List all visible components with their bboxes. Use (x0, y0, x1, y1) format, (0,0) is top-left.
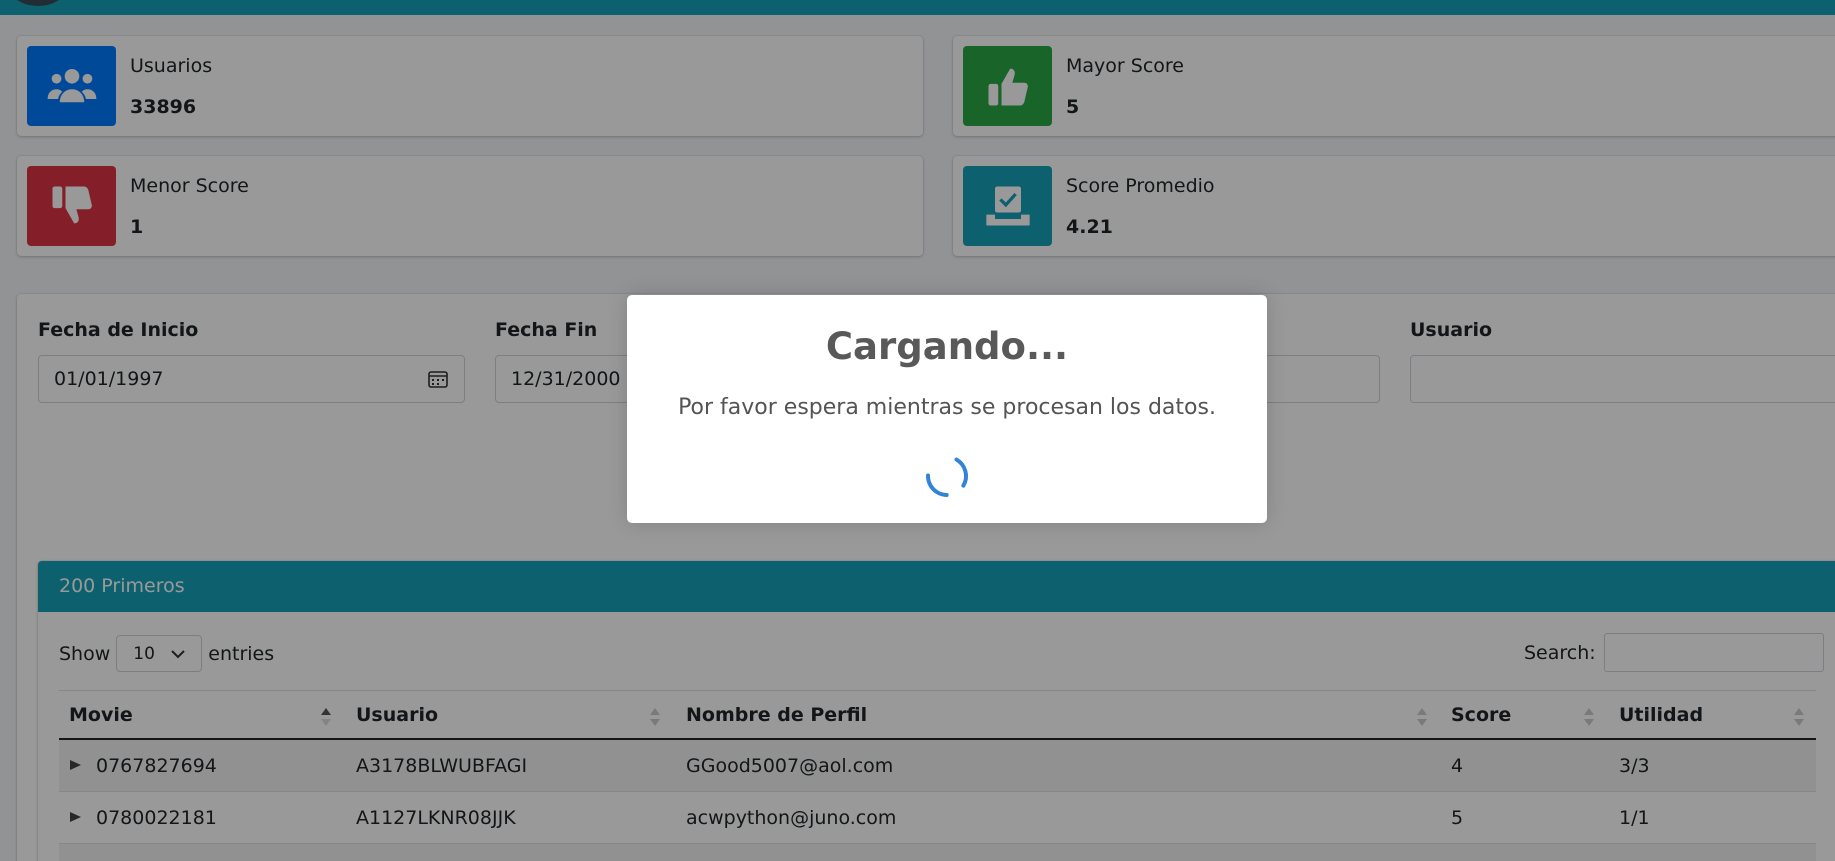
loading-spinner-icon (926, 455, 968, 497)
loading-modal: Cargando... Por favor espera mientras se… (627, 295, 1267, 523)
modal-title: Cargando... (825, 325, 1069, 368)
modal-text: Por favor espera mientras se procesan lo… (678, 395, 1216, 420)
